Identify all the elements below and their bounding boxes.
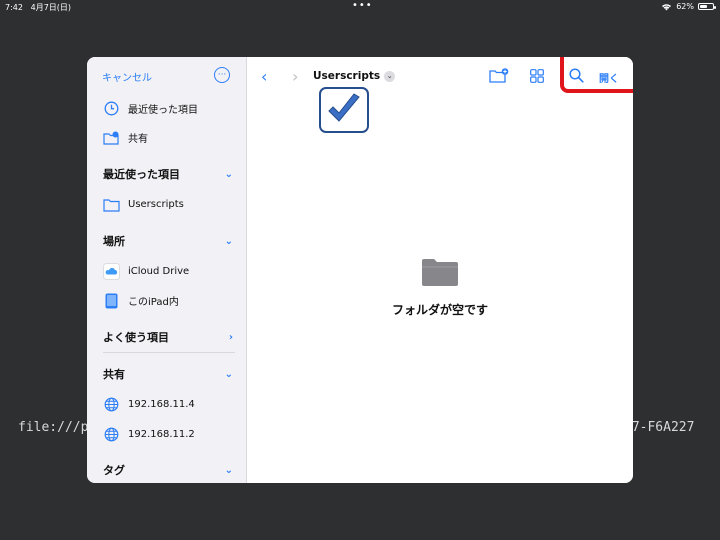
checkmark-icon xyxy=(319,87,369,133)
status-right: 62% xyxy=(661,2,716,11)
sidebar-item-label: 192.168.11.2 xyxy=(128,429,195,440)
background-url-text-right: A7-F6A227 xyxy=(624,420,695,435)
sidebar: キャンセル ··· 最近使った項目 共有 最近使った項目 ⌄ Userscript… xyxy=(87,57,247,483)
sidebar-item-label: Userscripts xyxy=(128,199,184,210)
more-options-icon[interactable]: ··· xyxy=(214,67,230,83)
globe-icon xyxy=(103,426,120,443)
open-button[interactable]: 開く xyxy=(599,70,619,85)
breadcrumb[interactable]: Userscripts ⌄ xyxy=(313,70,396,82)
file-picker-sheet: キャンセル ··· 最近使った項目 共有 最近使った項目 ⌄ Userscript… xyxy=(87,57,633,483)
clock-icon xyxy=(103,100,120,117)
battery-icon xyxy=(698,3,716,10)
sidebar-item-label: 最近使った項目 xyxy=(128,105,198,116)
empty-folder-icon xyxy=(422,258,458,290)
empty-folder-message: フォルダが空です xyxy=(391,303,488,317)
sidebar-item-userscripts[interactable]: Userscripts xyxy=(103,196,184,213)
status-time: 7:42 4月7日(日) xyxy=(5,3,72,12)
sidebar-item-label: iCloud Drive xyxy=(128,266,190,277)
main-pane: ‹ › Userscripts ⌄ 開く フォルダが空です xyxy=(247,57,633,483)
sidebar-item-shared[interactable]: 共有 xyxy=(103,129,148,146)
chevron-down-icon[interactable]: ⌄ xyxy=(225,369,233,380)
divider xyxy=(103,352,235,353)
section-header-favorites[interactable]: よく使う項目 › xyxy=(103,329,233,345)
sidebar-item-label: 共有 xyxy=(128,134,148,145)
chevron-down-icon[interactable]: ⌄ xyxy=(384,70,396,82)
ipad-icon xyxy=(103,292,120,309)
sidebar-item-label: このiPad内 xyxy=(128,297,179,308)
new-folder-icon[interactable] xyxy=(489,68,509,87)
back-chevron-icon[interactable]: ‹ xyxy=(261,67,267,86)
sidebar-item-server-2[interactable]: 192.168.11.2 xyxy=(103,426,195,443)
section-header-locations[interactable]: 場所 ⌄ xyxy=(103,233,233,249)
grid-view-icon[interactable] xyxy=(530,68,544,87)
status-bar: 7:42 4月7日(日) ••• 62% xyxy=(0,0,720,14)
sidebar-item-server-1[interactable]: 192.168.11.4 xyxy=(103,396,195,413)
background-url-text: file:///p xyxy=(18,420,89,435)
sidebar-item-icloud-drive[interactable]: iCloud Drive xyxy=(103,263,189,280)
icloud-icon xyxy=(103,263,120,280)
shared-folder-icon xyxy=(103,129,120,146)
sidebar-item-on-my-ipad[interactable]: このiPad内 xyxy=(103,292,179,309)
sidebar-item-recents[interactable]: 最近使った項目 xyxy=(103,100,198,117)
chevron-down-icon[interactable]: ⌄ xyxy=(225,169,233,180)
section-header-shared[interactable]: 共有 ⌄ xyxy=(103,366,233,382)
chevron-down-icon[interactable]: ⌄ xyxy=(225,236,233,247)
folder-icon xyxy=(103,196,120,213)
chevron-down-icon[interactable]: ⌄ xyxy=(225,465,233,476)
multitasking-dots[interactable]: ••• xyxy=(352,0,373,11)
chevron-right-icon[interactable]: › xyxy=(229,332,233,343)
forward-chevron-icon[interactable]: › xyxy=(292,67,298,86)
sidebar-item-label: 192.168.11.4 xyxy=(128,399,195,410)
search-icon[interactable] xyxy=(569,68,584,87)
section-header-tags[interactable]: タグ ⌄ xyxy=(103,462,233,478)
battery-percent: 62% xyxy=(676,2,694,11)
wifi-icon xyxy=(662,3,672,10)
cancel-button[interactable]: キャンセル xyxy=(102,69,152,84)
globe-icon xyxy=(103,396,120,413)
section-header-recents[interactable]: 最近使った項目 ⌄ xyxy=(103,166,233,182)
